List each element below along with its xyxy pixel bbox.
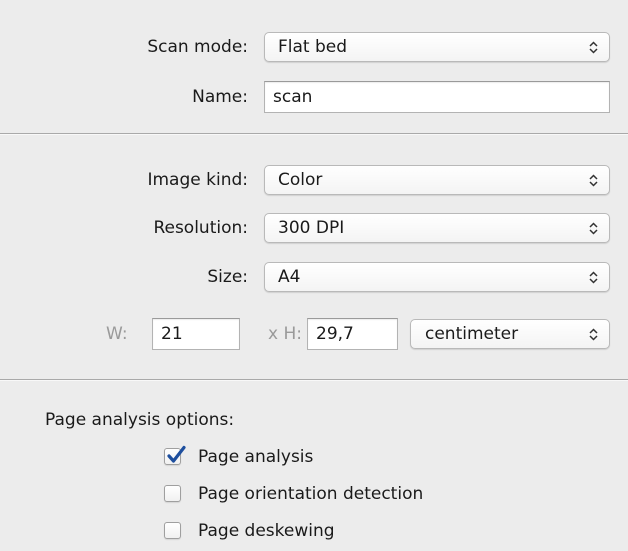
scan-mode-label: Scan mode:	[147, 37, 248, 57]
dimensions-row: W: x H: centimeter	[0, 317, 628, 351]
section-divider-2	[0, 379, 628, 381]
checkmark-icon	[167, 445, 186, 463]
page-orientation-detection-label: Page orientation detection	[198, 484, 424, 504]
section-divider-1	[0, 133, 628, 135]
scan-mode-select[interactable]: Flat bed	[264, 32, 610, 62]
unit-value: centimeter	[425, 324, 519, 344]
page-analysis-label: Page analysis	[198, 447, 314, 467]
name-row: Name:	[0, 80, 628, 114]
scan-settings-panel: Scan mode: Flat bed Name: Image kind: Co…	[0, 0, 628, 551]
size-label: Size:	[207, 267, 248, 287]
height-label: x H:	[268, 324, 302, 344]
name-input[interactable]	[264, 81, 610, 113]
page-deskewing-checkbox[interactable]	[164, 522, 181, 539]
size-row: Size: A4	[0, 260, 628, 294]
size-value: A4	[278, 267, 301, 287]
unit-select[interactable]: centimeter	[410, 319, 610, 349]
resolution-row: Resolution: 300 DPI	[0, 211, 628, 245]
resolution-label: Resolution:	[153, 218, 248, 238]
resolution-value: 300 DPI	[278, 218, 345, 238]
height-input[interactable]	[307, 318, 398, 350]
image-kind-select[interactable]: Color	[264, 165, 610, 195]
image-kind-label: Image kind:	[147, 170, 248, 190]
page-orientation-detection-checkbox[interactable]	[164, 485, 181, 502]
resolution-select[interactable]: 300 DPI	[264, 213, 610, 243]
image-kind-row: Image kind: Color	[0, 163, 628, 197]
image-kind-value: Color	[278, 170, 323, 190]
width-label: W:	[106, 324, 128, 344]
scan-mode-value: Flat bed	[278, 37, 348, 57]
size-select[interactable]: A4	[264, 262, 610, 292]
page-analysis-options-title: Page analysis options:	[45, 410, 235, 430]
page-deskewing-label: Page deskewing	[198, 521, 335, 541]
up-down-chevron-icon	[589, 320, 599, 341]
up-down-chevron-icon	[589, 166, 599, 187]
up-down-chevron-icon	[589, 214, 599, 235]
page-analysis-checkbox[interactable]	[164, 445, 186, 465]
up-down-chevron-icon	[589, 263, 599, 284]
name-label: Name:	[192, 87, 248, 107]
up-down-chevron-icon	[589, 33, 599, 54]
width-input[interactable]	[152, 318, 240, 350]
scan-mode-row: Scan mode: Flat bed	[0, 30, 628, 64]
